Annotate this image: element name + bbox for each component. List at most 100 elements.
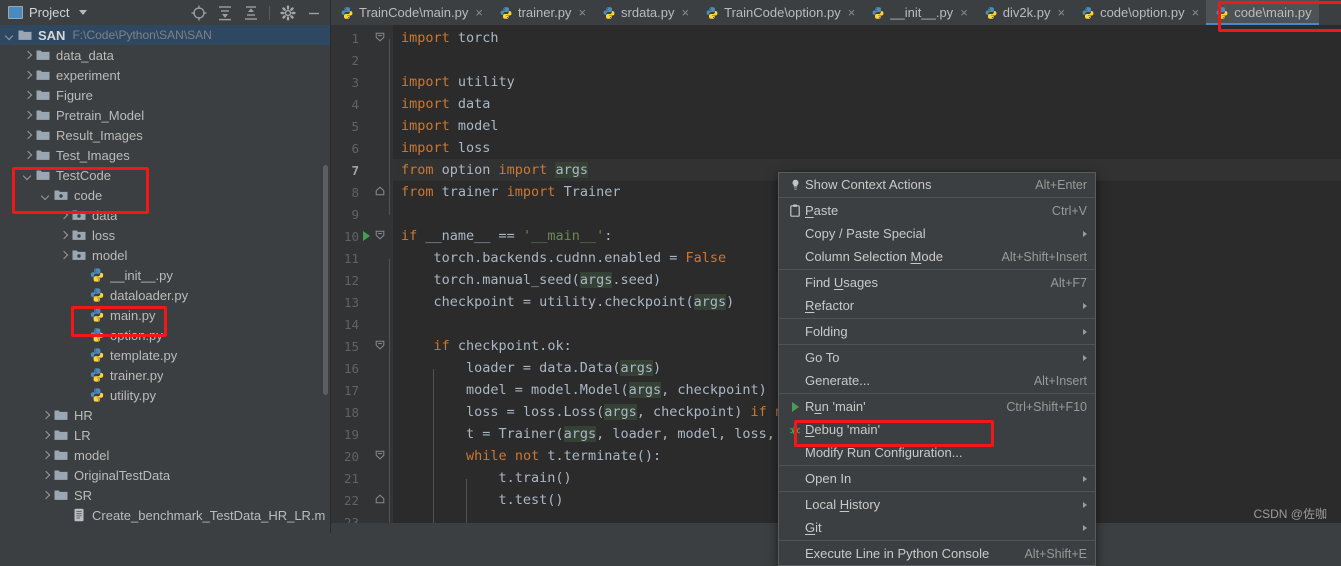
close-icon[interactable]: × — [1192, 6, 1200, 19]
collapse-all-icon[interactable] — [243, 5, 259, 21]
editor-tab[interactable]: code\option.py × — [1072, 0, 1207, 25]
tree-row[interactable]: template.py — [0, 345, 330, 365]
tree-row[interactable]: SR — [0, 485, 330, 505]
close-icon[interactable]: × — [960, 6, 968, 19]
chevron-collapsed-icon[interactable] — [22, 90, 33, 101]
tree-row[interactable]: data_data — [0, 45, 330, 65]
line-number: 19 — [343, 426, 359, 442]
tree-row[interactable]: Result_Images — [0, 125, 330, 145]
editor-tab[interactable]: __init__.py × — [862, 0, 975, 25]
code-line[interactable]: import utility — [393, 71, 1341, 93]
close-icon[interactable]: × — [682, 6, 690, 19]
context-menu-item[interactable]: Show Context Actions Alt+Enter — [779, 173, 1095, 196]
editor-tab[interactable]: code\main.py — [1206, 0, 1319, 25]
chevron-collapsed-icon[interactable] — [40, 470, 51, 481]
editor-tab[interactable]: srdata.py × — [593, 0, 697, 25]
code-line[interactable]: import model — [393, 115, 1341, 137]
chevron-collapsed-icon[interactable] — [40, 450, 51, 461]
chevron-expanded-icon[interactable] — [22, 170, 33, 181]
chevron-collapsed-icon[interactable] — [40, 490, 51, 501]
context-menu-item[interactable]: Debug 'main' — [779, 418, 1095, 441]
line-number: 11 — [343, 250, 359, 266]
context-menu-item[interactable]: Refactor — [779, 294, 1095, 317]
context-menu-item[interactable]: Column Selection Mode Alt+Shift+Insert — [779, 245, 1095, 268]
editor-gutter[interactable]: 1 2 3 4 5 6 7 8 9 10 11 12 13 14 15 16 17 18 19 20 21 22 23 — [331, 25, 393, 533]
tree-row[interactable]: model — [0, 445, 330, 465]
tree-row[interactable]: LR — [0, 425, 330, 445]
gear-icon[interactable] — [280, 4, 296, 21]
tree-row[interactable]: Figure — [0, 85, 330, 105]
tree-row[interactable]: data — [0, 205, 330, 225]
close-icon[interactable]: × — [475, 6, 483, 19]
tree-row[interactable]: Create_benchmark_TestData_HR_LR.m — [0, 505, 330, 525]
fold-collapse-icon[interactable] — [373, 32, 387, 45]
chevron-collapsed-icon[interactable] — [22, 150, 33, 161]
tree-row[interactable]: Pretrain_Model — [0, 105, 330, 125]
context-menu-item[interactable]: Folding — [779, 320, 1095, 343]
tree-row[interactable]: code — [0, 185, 330, 205]
chevron-collapsed-icon[interactable] — [58, 250, 69, 261]
context-menu-item[interactable]: Git — [779, 516, 1095, 539]
editor-tab[interactable]: div2k.py × — [974, 0, 1073, 25]
editor-tab-bar[interactable]: TrainCode\main.py × trainer.py × srdata.py × T… — [331, 0, 1341, 26]
fold-end-icon[interactable] — [373, 494, 387, 507]
run-gutter-icon[interactable] — [359, 229, 373, 244]
tree-row[interactable]: TestCode — [0, 165, 330, 185]
code-line[interactable]: import data — [393, 93, 1341, 115]
chevron-expanded-icon[interactable] — [40, 190, 51, 201]
tree-row[interactable]: model — [0, 245, 330, 265]
editor-tab[interactable]: TrainCode\option.py × — [696, 0, 863, 25]
project-title-button[interactable]: Project — [8, 5, 88, 20]
tree-row[interactable]: utility.py — [0, 385, 330, 405]
tree-row-root[interactable]: SAN F:\Code\Python\SAN\SAN — [0, 25, 330, 45]
close-icon[interactable]: × — [1057, 6, 1065, 19]
fold-collapse-icon[interactable] — [373, 230, 387, 243]
code-line[interactable]: import torch — [393, 27, 1341, 49]
tree-row[interactable]: experiment — [0, 65, 330, 85]
tree-row[interactable]: main.py — [0, 305, 330, 325]
chevron-down-icon[interactable] — [79, 10, 88, 15]
minimize-icon[interactable] — [306, 5, 322, 21]
chevron-collapsed-icon[interactable] — [58, 230, 69, 241]
context-menu-item[interactable]: Copy / Paste Special — [779, 222, 1095, 245]
context-menu-item[interactable]: Run 'main' Ctrl+Shift+F10 — [779, 395, 1095, 418]
chevron-collapsed-icon[interactable] — [22, 70, 33, 81]
fold-collapse-icon[interactable] — [373, 450, 387, 463]
chevron-collapsed-icon[interactable] — [58, 210, 69, 221]
context-menu-item[interactable]: Paste Ctrl+V — [779, 199, 1095, 222]
context-menu-item[interactable]: Modify Run Configuration... — [779, 441, 1095, 464]
code-line[interactable]: import loss — [393, 137, 1341, 159]
tree-row[interactable]: __init__.py — [0, 265, 330, 285]
chevron-collapsed-icon[interactable] — [40, 430, 51, 441]
tree-row[interactable]: HR — [0, 405, 330, 425]
context-menu-item[interactable]: Local History — [779, 493, 1095, 516]
tree-row[interactable]: Test_Images — [0, 145, 330, 165]
chevron-collapsed-icon[interactable] — [22, 130, 33, 141]
context-menu-item[interactable]: Find Usages Alt+F7 — [779, 271, 1095, 294]
tree-row[interactable]: dataloader.py — [0, 285, 330, 305]
expand-all-icon[interactable] — [217, 5, 233, 21]
context-menu-item[interactable]: Execute Line in Python Console Alt+Shift+… — [779, 542, 1095, 565]
code-line[interactable] — [393, 49, 1341, 71]
project-tree[interactable]: SAN F:\Code\Python\SAN\SAN data_data expe… — [0, 25, 330, 533]
context-menu-item[interactable]: Generate... Alt+Insert — [779, 369, 1095, 392]
close-icon[interactable]: × — [848, 6, 856, 19]
fold-end-icon[interactable] — [373, 186, 387, 199]
chevron-expanded-icon[interactable] — [4, 30, 15, 41]
editor-tab[interactable]: TrainCode\main.py × — [331, 0, 490, 25]
locate-in-tree-icon[interactable] — [191, 5, 207, 21]
tree-row[interactable]: option.py — [0, 325, 330, 345]
fold-collapse-icon[interactable] — [373, 340, 387, 353]
chevron-collapsed-icon[interactable] — [22, 50, 33, 61]
editor-tab[interactable]: trainer.py × — [489, 0, 594, 25]
tree-row[interactable]: trainer.py — [0, 365, 330, 385]
chevron-collapsed-icon[interactable] — [40, 410, 51, 421]
chevron-collapsed-icon[interactable] — [22, 110, 33, 121]
editor-context-menu[interactable]: Show Context Actions Alt+Enter Paste Ctrl+V… — [778, 172, 1096, 566]
tree-row[interactable]: OriginalTestData — [0, 465, 330, 485]
context-menu-item[interactable]: Go To — [779, 346, 1095, 369]
tree-row[interactable]: loss — [0, 225, 330, 245]
context-menu-item[interactable]: Open In — [779, 467, 1095, 490]
project-tree-scrollbar[interactable] — [323, 165, 328, 395]
close-icon[interactable]: × — [578, 6, 586, 19]
